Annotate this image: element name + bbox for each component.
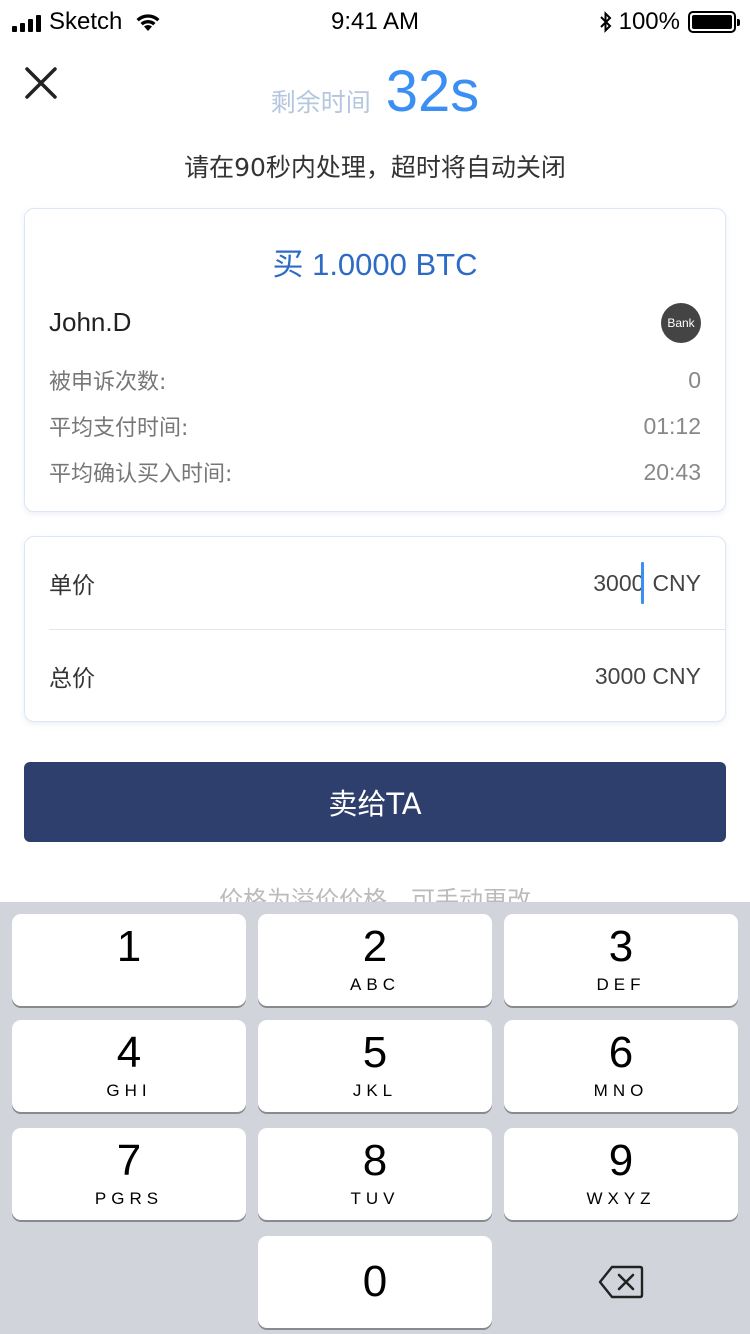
total-price-value: 3000 CNY xyxy=(594,662,701,689)
key-digit: 2 xyxy=(362,922,388,971)
timeout-notice: 请在90秒内处理，超时将自动关闭 xyxy=(184,153,566,182)
countdown-label: 剩余时间 xyxy=(270,88,371,117)
text-cursor xyxy=(641,562,645,604)
key-digit: 3 xyxy=(608,922,634,971)
order-title: 买 1.0000 BTC xyxy=(272,247,478,282)
battery-percent: 100% xyxy=(618,8,680,35)
key-3[interactable]: 3 DEF xyxy=(504,914,738,1006)
unit-price-row[interactable]: 单价 3000 CNY xyxy=(49,537,701,629)
key-digit: 8 xyxy=(362,1136,388,1185)
key-digit: 1 xyxy=(116,922,142,971)
stat-value: 20:43 xyxy=(643,458,701,485)
key-6[interactable]: 6 MNO xyxy=(504,1020,738,1112)
backspace-icon xyxy=(598,1265,644,1299)
key-digit: 6 xyxy=(608,1028,634,1077)
key-digit: 0 xyxy=(362,1257,388,1306)
battery-icon xyxy=(688,11,740,33)
key-letters: ABC xyxy=(350,975,400,994)
unit-price-currency: CNY xyxy=(652,569,701,596)
stat-value: 0 xyxy=(688,366,701,393)
unit-price-value: 3000 xyxy=(593,569,645,596)
key-0[interactable]: 0 xyxy=(258,1236,492,1328)
stat-row-avg-confirm-time: 平均确认买入时间: 20:43 xyxy=(49,457,701,488)
status-left: Sketch xyxy=(12,8,162,36)
key-digit: 7 xyxy=(116,1136,142,1185)
key-letters: GHI xyxy=(106,1081,152,1100)
key-letters: DEF xyxy=(596,975,646,994)
stat-label: 被申诉次数: xyxy=(49,370,167,395)
delete-key[interactable] xyxy=(504,1236,738,1328)
status-right: 100% xyxy=(599,8,740,36)
numeric-keypad: 1 2 ABC 3 DEF 4 GHI 5 JKL 6 MNO 7 PGRS 8… xyxy=(0,902,750,1334)
key-letters: MNO xyxy=(593,1081,649,1100)
wifi-icon xyxy=(136,14,160,31)
status-bar: Sketch 9:41 AM 100% xyxy=(0,0,750,44)
stat-row-complaints: 被申诉次数: 0 xyxy=(49,365,701,396)
key-letters: TUV xyxy=(350,1189,400,1208)
key-9[interactable]: 9 WXYZ xyxy=(504,1128,738,1220)
order-card: 买 1.0000 BTC John.D Bank 被申诉次数: 0 平均支付时间… xyxy=(24,208,726,512)
unit-price-label: 单价 xyxy=(49,573,95,599)
key-digit: 9 xyxy=(608,1136,634,1185)
key-letters: JKL xyxy=(352,1081,398,1100)
sell-button[interactable]: 卖给TA xyxy=(24,762,726,842)
price-card: 单价 3000 CNY 总价 3000 CNY xyxy=(24,536,726,722)
signal-icon xyxy=(12,12,41,32)
key-digit: 4 xyxy=(116,1028,142,1077)
key-7[interactable]: 7 PGRS xyxy=(12,1128,246,1220)
key-5[interactable]: 5 JKL xyxy=(258,1020,492,1112)
bluetooth-icon xyxy=(599,11,612,33)
stat-row-avg-pay-time: 平均支付时间: 01:12 xyxy=(49,411,701,442)
total-price-row: 总价 3000 CNY xyxy=(49,630,701,722)
key-letters: PGRS xyxy=(94,1189,164,1208)
key-4[interactable]: 4 GHI xyxy=(12,1020,246,1112)
stat-value: 01:12 xyxy=(643,412,701,439)
key-digit: 5 xyxy=(362,1028,388,1077)
key-letters: WXYZ xyxy=(586,1189,656,1208)
total-price-label: 总价 xyxy=(49,666,95,692)
stat-label: 平均确认买入时间: xyxy=(49,462,233,487)
bank-badge: Bank xyxy=(661,303,701,343)
key-2[interactable]: 2 ABC xyxy=(258,914,492,1006)
key-1[interactable]: 1 xyxy=(12,914,246,1006)
countdown-value: 32s xyxy=(385,59,480,124)
unit-price-input[interactable]: 3000 CNY xyxy=(593,562,701,604)
stat-label: 平均支付时间: xyxy=(49,416,189,441)
key-8[interactable]: 8 TUV xyxy=(258,1128,492,1220)
countdown: 剩余时间 32s xyxy=(0,58,750,125)
user-name: John.D xyxy=(49,307,132,337)
carrier-name: Sketch xyxy=(49,8,123,35)
